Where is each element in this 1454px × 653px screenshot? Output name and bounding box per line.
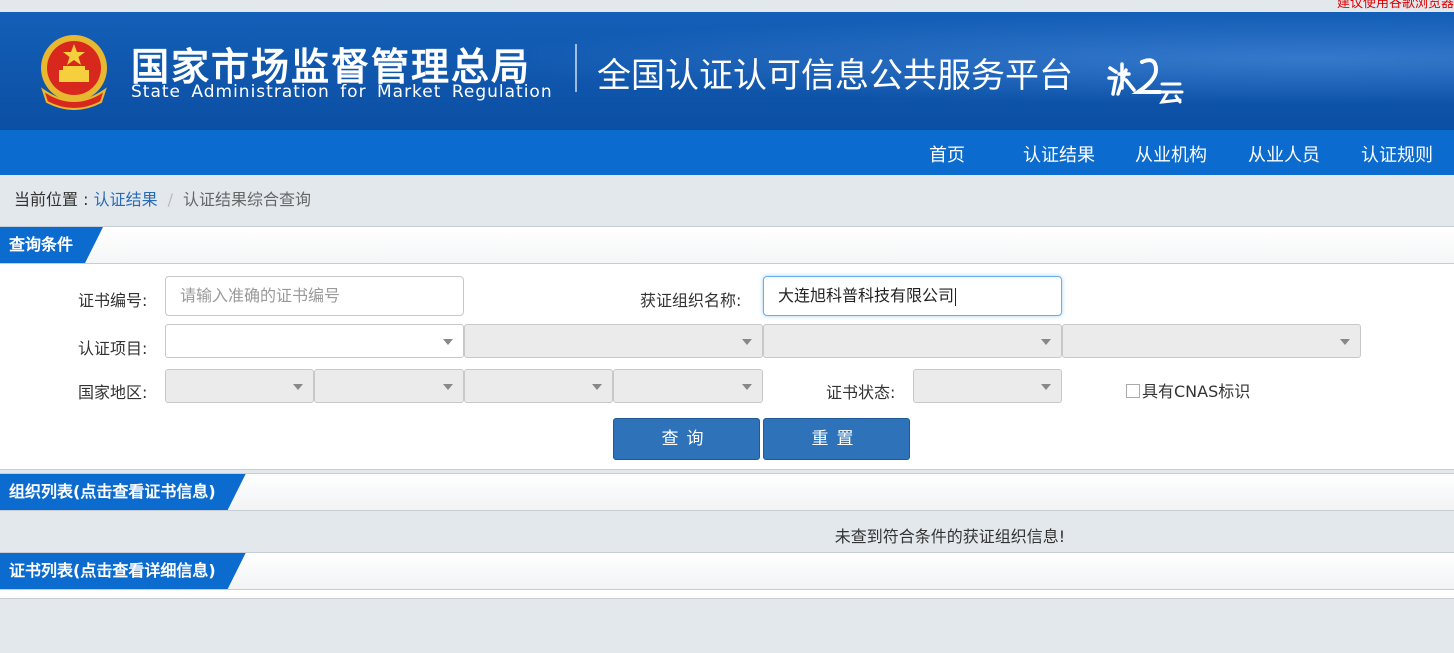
project-select-3[interactable] [763,324,1062,358]
cnas-checkbox[interactable] [1126,384,1140,398]
browser-notice: 建议使用谷歌浏览器 [1336,0,1454,11]
top-bar: 建议使用谷歌浏览器 [0,0,1454,12]
nav-cert-rules[interactable]: 认证规则 [1361,141,1433,167]
chevron-down-icon [293,384,303,390]
region-label: 国家地区: [78,383,148,402]
cert-no-label: 证书编号: [78,291,148,310]
site-header: 国家市场监督管理总局 State Administration for Mark… [0,12,1454,130]
nav-cert-results[interactable]: 认证结果 [1023,141,1095,167]
query-section-title: 查询条件 [0,227,103,263]
chevron-down-icon [1041,384,1051,390]
chevron-down-icon [742,384,752,390]
region-select-2[interactable] [314,369,464,403]
cert-list-body [0,590,1454,599]
chevron-down-icon [1340,339,1350,345]
org-name-input[interactable]: 大连旭科普科技有限公司 [763,276,1062,316]
text-caret [955,287,957,306]
org-name-label: 获证组织名称: [640,291,742,310]
cert-list-header: 证书列表(点击查看详细信息) [0,552,1454,590]
status-label: 证书状态: [826,383,896,402]
project-select-4[interactable] [1062,324,1361,358]
region-select-4[interactable] [613,369,763,403]
breadcrumb: 当前位置 : 认证结果 / 认证结果综合查询 [14,186,311,210]
header-divider [575,44,577,92]
platform-title: 全国认证认可信息公共服务平台 [597,56,1073,96]
agency-name-en: State Administration for Market Regulati… [131,82,553,102]
cnas-checkbox-wrap[interactable]: 具有CNAS标识 [1126,378,1250,402]
main-nav: 首页 认证结果 从业机构 从业人员 认证规则 [0,130,1454,175]
nav-personnel[interactable]: 从业人员 [1248,141,1320,167]
reset-button[interactable]: 重置 [763,418,910,460]
breadcrumb-current: 认证结果综合查询 [182,190,311,209]
search-button[interactable]: 查询 [613,418,760,460]
org-list-empty-message: 未查到符合条件的获证组织信息! [834,527,1066,546]
breadcrumb-separator: / [167,190,173,209]
cert-no-input[interactable]: 请输入准确的证书编号 [165,276,464,316]
chevron-down-icon [742,339,752,345]
project-label: 认证项目: [78,339,148,358]
region-select-3[interactable] [464,369,613,403]
org-list-title: 组织列表(点击查看证书信息) [0,474,246,510]
nav-institutions[interactable]: 从业机构 [1135,141,1207,167]
chevron-down-icon [592,384,602,390]
renzheng-cloud-logo-icon [1107,58,1184,104]
project-select-2[interactable] [464,324,763,358]
org-list-header: 组织列表(点击查看证书信息) [0,473,1454,511]
cnas-checkbox-label: 具有CNAS标识 [1142,382,1251,401]
breadcrumb-link-cert-results[interactable]: 认证结果 [94,190,158,209]
national-emblem-icon [41,35,107,110]
nav-home[interactable]: 首页 [929,141,965,167]
project-select-1[interactable] [165,324,464,358]
breadcrumb-prefix: 当前位置 : [14,190,94,209]
chevron-down-icon [443,339,453,345]
region-select-1[interactable] [165,369,314,403]
status-select[interactable] [913,369,1062,403]
chevron-down-icon [443,384,453,390]
chevron-down-icon [1041,339,1051,345]
cert-list-title: 证书列表(点击查看详细信息) [0,553,246,589]
